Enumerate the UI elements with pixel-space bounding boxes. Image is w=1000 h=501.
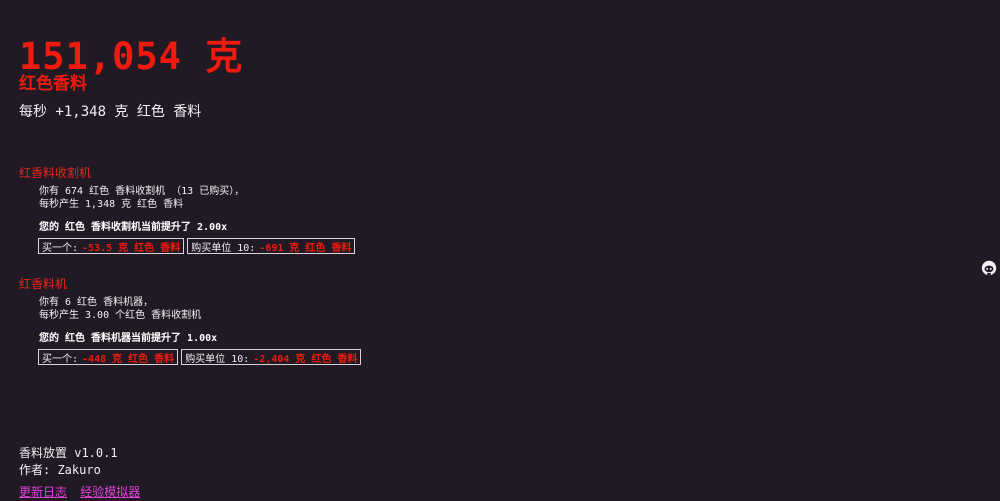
game-version: 香料放置 v1.0.1 [19, 446, 118, 460]
buy-one-label: 买一个: [42, 353, 79, 365]
producer-buy-buttons: 买一个: -53.5 克 红色 香料 购买单位 10: -691 克 红色 香料 [38, 238, 356, 254]
buy-ten-cost: -2,404 克 红色 香料 [253, 353, 358, 365]
buy-one-button[interactable]: 买一个: -448 克 红色 香料 [38, 349, 179, 365]
buy-ten-cost: -691 克 红色 香料 [259, 242, 352, 254]
producer-production-text: 每秒产生 3.00 个红色 香料收割机 [39, 310, 202, 321]
buy-one-button[interactable]: 买一个: -53.5 克 红色 香料 [38, 238, 185, 254]
spice-rate: 每秒 +1,348 克 红色 香料 [19, 104, 202, 120]
buy-one-label: 买一个: [42, 242, 79, 254]
footer-links: 更新日志 经验模拟器 [19, 483, 146, 500]
simulator-link[interactable]: 经验模拟器 [80, 485, 140, 499]
producer-owned-text: 你有 6 红色 香料机器， [39, 297, 154, 308]
spice-name: 红色香料 [19, 74, 87, 94]
game-author: 作者: Zakuro [19, 463, 101, 477]
buy-one-cost: -448 克 红色 香料 [82, 353, 175, 365]
github-octocat-icon[interactable] [980, 259, 998, 277]
producer-production-text: 每秒产生 1,348 克 红色 香料 [39, 199, 184, 210]
buy-ten-button[interactable]: 购买单位 10: -691 克 红色 香料 [187, 238, 356, 254]
game-page: 151,054 克 红色香料 每秒 +1,348 克 红色 香料 红香料收割机 … [0, 0, 1000, 501]
buy-one-cost: -53.5 克 红色 香料 [82, 242, 181, 254]
producer-info-harvester: 你有 674 红色 香料收割机 （13 已购买）， 每秒产生 1,348 克 红… [39, 185, 244, 211]
buy-ten-label: 购买单位 10: [191, 242, 256, 254]
buy-ten-label: 购买单位 10: [185, 353, 250, 365]
buy-ten-button[interactable]: 购买单位 10: -2,404 克 红色 香料 [181, 349, 362, 365]
producer-boost-text: 您的 红色 香料收割机当前提升了 2.00x [39, 222, 228, 233]
producer-owned-text: 你有 674 红色 香料收割机 （13 已购买）， [39, 186, 245, 197]
producer-boost-text: 您的 红色 香料机器当前提升了 1.00x [39, 333, 218, 344]
producer-buy-buttons: 买一个: -448 克 红色 香料 购买单位 10: -2,404 克 红色 香… [38, 349, 362, 365]
changelog-link[interactable]: 更新日志 [19, 485, 67, 499]
producer-title-harvester: 红香料收割机 [19, 166, 92, 180]
producer-title-machine: 红香料机 [19, 277, 68, 291]
producer-info-machine: 你有 6 红色 香料机器， 每秒产生 3.00 个红色 香料收割机 [39, 296, 201, 322]
